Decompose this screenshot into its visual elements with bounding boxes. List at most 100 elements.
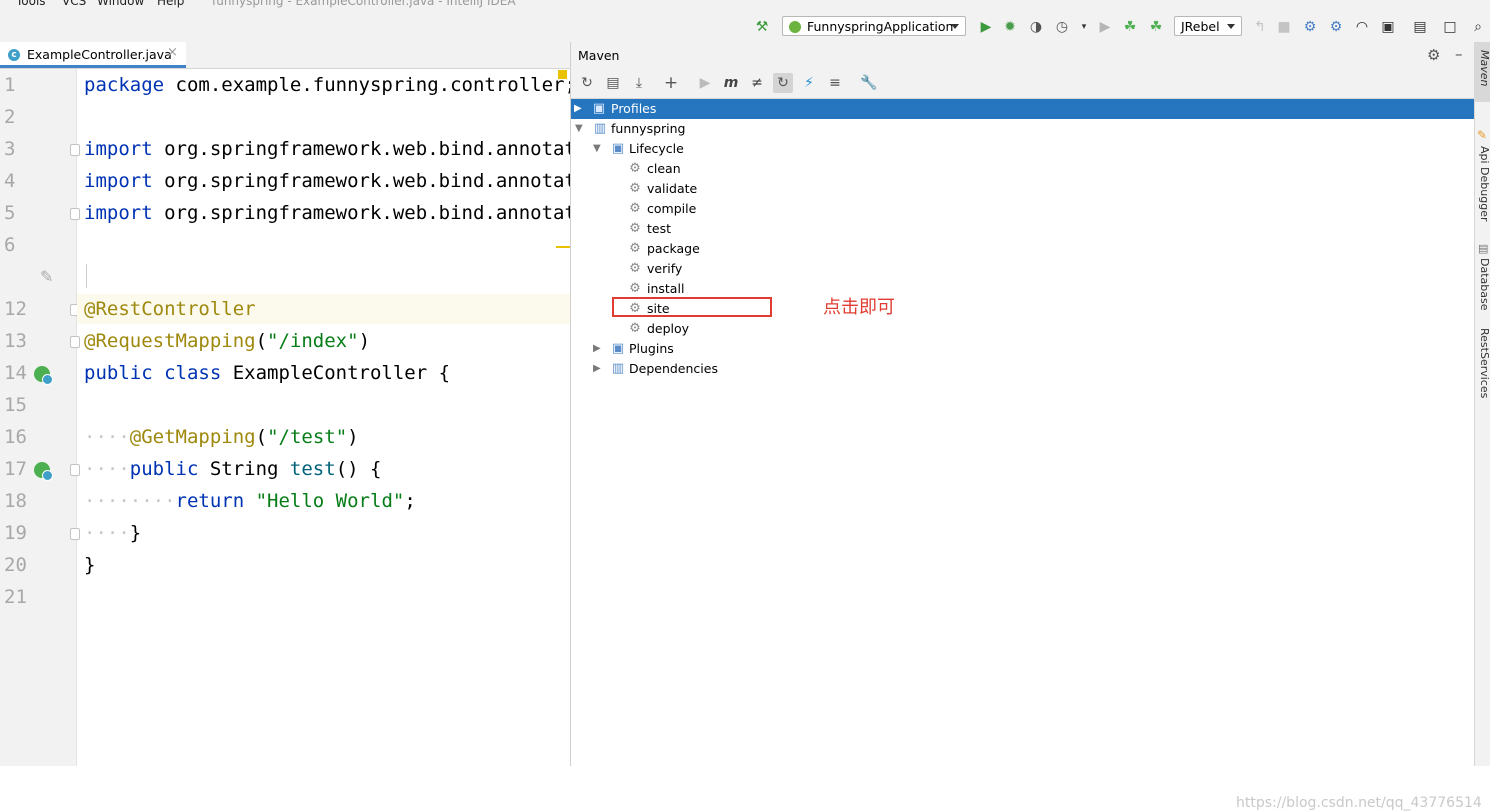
tree-item-goal[interactable]: ⚙ compile (571, 199, 1474, 219)
jrebel-select[interactable]: JRebel (1174, 16, 1242, 36)
pencil-icon[interactable]: ✎ (40, 267, 53, 286)
string-literal: "/test" (267, 426, 348, 448)
tree-item-plugins[interactable]: ▶ ▣ Plugins (571, 339, 1474, 359)
maven-tool-window: Maven ⚙ – ↻ ▤ ⤓ + ▶ m ≠ ↻ ⚡ ≡ 🔧 ▶ ▣ Prof… (570, 42, 1482, 811)
annotation-note: 点击即可 (823, 297, 895, 318)
tree-item-lifecycle[interactable]: ▼ ▣ Lifecycle (571, 139, 1474, 159)
tool-tab-database[interactable]: Database (1475, 258, 1490, 311)
goal-label: validate (647, 181, 698, 196)
tree-item-goal[interactable]: ⚙ deploy (571, 319, 1474, 339)
collapse-arrow-icon[interactable]: ▼ (575, 119, 583, 139)
project-structure-icon[interactable]: ▤ (1410, 17, 1430, 37)
coverage-icon[interactable]: ◑ (1026, 17, 1046, 37)
build-hammer-icon[interactable]: ⚒ (752, 17, 772, 37)
menu-vcs[interactable]: VCS (62, 0, 86, 8)
goal-label: compile (647, 201, 697, 216)
run-icon: ▶ (699, 75, 711, 91)
sdk-icon[interactable]: ▣ (1378, 17, 1398, 37)
fold-marker-icon[interactable] (70, 464, 80, 476)
add-project-icon[interactable]: ▤ (603, 73, 623, 93)
spring-mapping-icon[interactable] (34, 462, 53, 481)
plus-icon[interactable]: + (661, 73, 681, 93)
gear-icon: ⚙ (629, 281, 641, 296)
tree-item-goal-package[interactable]: ⚙ package (571, 239, 1474, 259)
jrebel-run-icon[interactable]: ☘ (1120, 17, 1140, 37)
execute-goal-icon[interactable]: m (721, 73, 741, 93)
maven-project-icon: ▥ (593, 121, 607, 136)
expand-arrow-icon[interactable]: ▶ (593, 339, 601, 359)
gear-bug-icon[interactable]: ⚙ (1300, 17, 1320, 37)
tree-item-goal[interactable]: ⚙ clean (571, 159, 1474, 179)
line-number: 1 (4, 74, 16, 96)
code-line: ····@GetMapping("/test") (84, 426, 359, 448)
wifi-icon[interactable]: ◠ (1352, 17, 1372, 37)
line-number: 14 (4, 362, 27, 384)
toggle-offline-icon[interactable]: ≠ (747, 73, 767, 93)
fold-marker-icon[interactable] (70, 144, 80, 156)
reload-icon[interactable]: ↻ (577, 73, 597, 93)
profile-icon[interactable]: ◷ (1052, 17, 1072, 37)
line-number: 3 (4, 138, 16, 160)
tree-item-goal[interactable]: ⚙ verify (571, 259, 1474, 279)
fold-marker-icon[interactable] (70, 528, 80, 540)
expand-arrow-icon[interactable]: ▶ (574, 99, 582, 119)
skip-tests-icon[interactable]: ↻ (773, 73, 793, 93)
tree-item-goal[interactable]: ⚙ install (571, 279, 1474, 299)
fold-marker-icon[interactable] (70, 208, 80, 220)
line-number: 12 (4, 298, 27, 320)
spring-bean-icon[interactable] (34, 366, 53, 385)
run-configuration-select[interactable]: FunnyspringApplication (782, 16, 966, 36)
show-dependencies-icon[interactable]: ⚡ (799, 73, 819, 93)
window-title: funnyspring - ExampleController.java - I… (212, 0, 516, 8)
tool-tab-restservices[interactable]: RestServices (1475, 328, 1490, 398)
folder-icon: ▣ (592, 101, 606, 116)
minimize-icon[interactable]: – (1455, 45, 1463, 63)
download-icon[interactable]: ⤓ (629, 73, 649, 93)
expand-arrow-icon[interactable]: ▶ (593, 359, 601, 379)
lifecycle-folder-icon: ▣ (611, 141, 625, 156)
menu-tools[interactable]: Tools (16, 0, 46, 8)
editor-tab[interactable]: c ExampleController.java × (0, 42, 186, 68)
keyword: return (175, 490, 245, 512)
warning-stripe[interactable] (556, 246, 570, 248)
layout-icon[interactable]: □ (1440, 17, 1460, 37)
search-icon[interactable]: ⌕ (1468, 17, 1488, 37)
line-number: 5 (4, 202, 16, 224)
code-editor[interactable]: c ExampleController.java × 1 2 3 4 5 6 ✎… (0, 42, 570, 766)
run-icon[interactable]: ▶ (976, 17, 996, 37)
tree-item-label: Lifecycle (629, 141, 684, 156)
gear-icon[interactable]: ⚙ (1427, 46, 1440, 64)
close-icon[interactable]: × (167, 45, 178, 60)
goal-label: verify (647, 261, 683, 276)
maven-title: Maven (578, 48, 620, 63)
collapse-arrow-icon[interactable]: ▼ (593, 139, 601, 159)
tree-item-project[interactable]: ▼ ▥ funnyspring (571, 119, 1474, 139)
fold-marker-icon[interactable] (70, 336, 80, 348)
debug-icon[interactable]: ✹ (1000, 17, 1020, 37)
menu-help[interactable]: Help (157, 0, 184, 8)
api-debugger-icon: ✎ (1477, 128, 1488, 142)
tree-item-profiles[interactable]: ▶ ▣ Profiles (571, 99, 1474, 119)
gear-icon: ⚙ (629, 321, 641, 336)
goal-label: package (647, 241, 700, 256)
goal-label: test (647, 221, 672, 236)
update-disabled-icon: ↰ (1254, 19, 1266, 35)
tool-tab-api-debugger[interactable]: Api Debugger (1475, 146, 1490, 222)
menu-window[interactable]: Window (97, 0, 144, 8)
line-number: 13 (4, 330, 27, 352)
tree-item-goal[interactable]: ⚙ validate (571, 179, 1474, 199)
collapse-all-icon[interactable]: ≡ (825, 73, 845, 93)
tree-item-goal[interactable]: ⚙ test (571, 219, 1474, 239)
run-disabled-icon: ▶ (1099, 19, 1111, 35)
wrench-icon[interactable]: 🔧 (859, 73, 879, 93)
line-number: 16 (4, 426, 27, 448)
tree-item-dependencies[interactable]: ▶ ▥ Dependencies (571, 359, 1474, 379)
gear-icon: ⚙ (629, 241, 641, 256)
gear-attach-icon[interactable]: ⚙ (1326, 17, 1346, 37)
profile-dropdown-icon[interactable]: ▾ (1074, 17, 1094, 37)
goal-label: deploy (647, 321, 690, 336)
import-path: org.springframework.web.bind.annotation.… (164, 138, 570, 160)
chevron-down-icon (951, 24, 959, 29)
jrebel-debug-icon[interactable]: ☘ (1146, 17, 1166, 37)
tool-tab-maven[interactable]: Maven (1475, 50, 1490, 86)
